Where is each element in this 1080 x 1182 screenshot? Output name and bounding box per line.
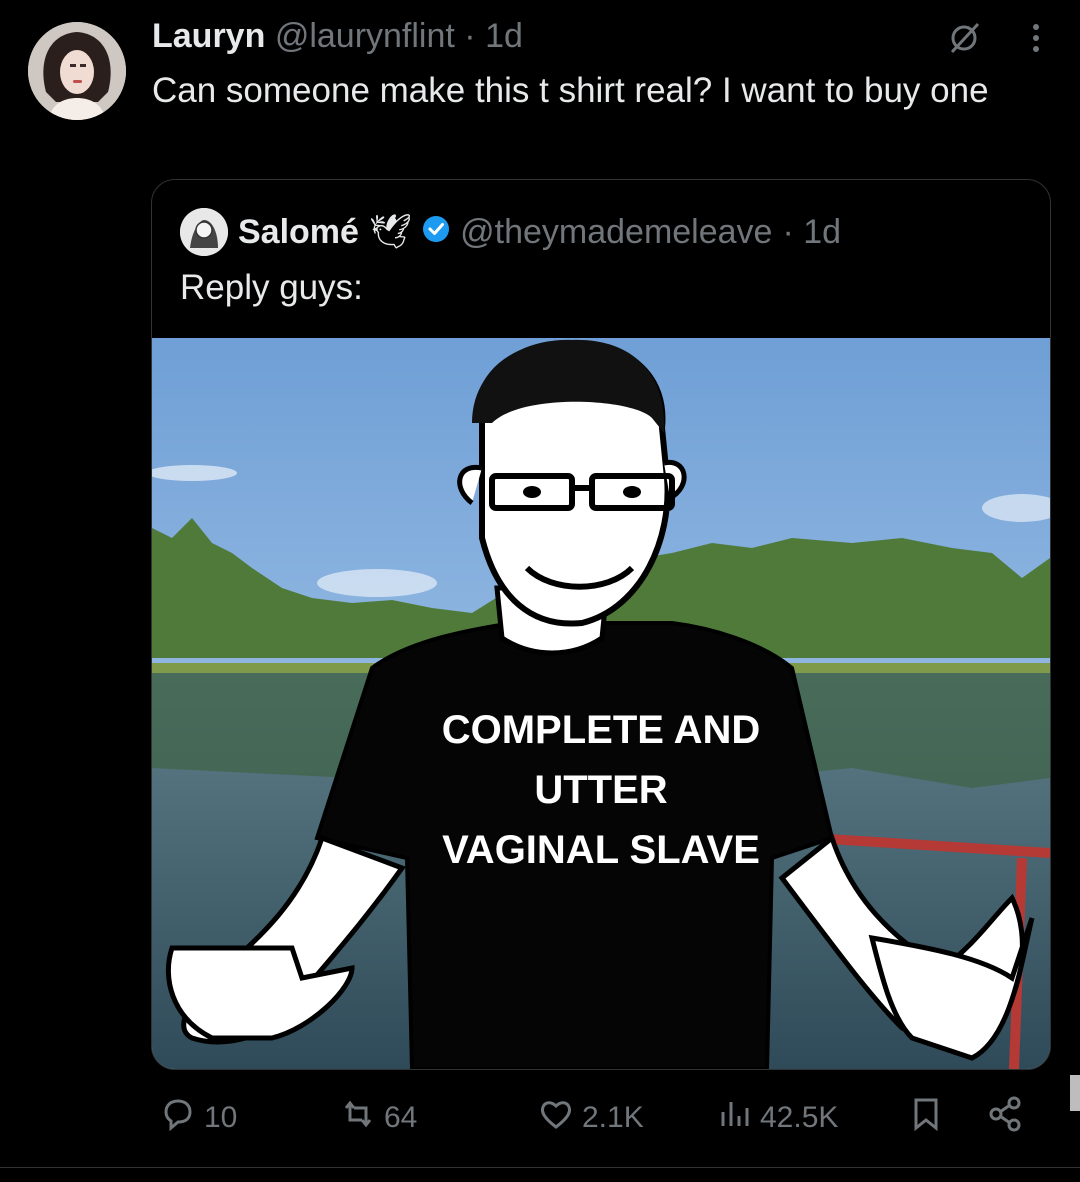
quoted-avatar[interactable] bbox=[180, 208, 228, 256]
quoted-author-name[interactable]: Salomé bbox=[238, 213, 359, 252]
share-button[interactable] bbox=[986, 1094, 1026, 1142]
grok-icon[interactable] bbox=[946, 20, 982, 61]
divider bbox=[0, 1167, 1080, 1168]
views-button[interactable]: 42.5K bbox=[714, 1094, 838, 1142]
quoted-handle[interactable]: @theymademeleave bbox=[460, 213, 772, 252]
quoted-tweet-text: Reply guys: bbox=[180, 268, 363, 307]
like-button[interactable]: 2.1K bbox=[536, 1094, 644, 1142]
repost-button[interactable]: 64 bbox=[338, 1094, 417, 1142]
quoted-tweet[interactable]: Salomé 🕊 @theymademeleave · 1d Reply guy… bbox=[151, 179, 1051, 1070]
like-count: 2.1K bbox=[582, 1101, 644, 1134]
tweet-time[interactable]: · 1d bbox=[464, 17, 523, 55]
tweet-header: Lauryn @laurynflint · 1d bbox=[152, 14, 523, 58]
reply-button[interactable]: 10 bbox=[158, 1094, 237, 1142]
repost-count: 64 bbox=[384, 1101, 418, 1134]
bookmark-button[interactable] bbox=[906, 1094, 946, 1142]
tweet-action-bar: 10 64 2.1K 42.5K bbox=[158, 1094, 1038, 1146]
quoted-tweet-header: Salomé 🕊 @theymademeleave · 1d bbox=[180, 208, 841, 256]
verified-badge-icon bbox=[422, 213, 450, 252]
author-name[interactable]: Lauryn bbox=[152, 17, 265, 55]
share-icon bbox=[986, 1094, 1026, 1142]
dove-emoji: 🕊 bbox=[368, 213, 413, 251]
quoted-media-image[interactable]: COMPLETE AND UTTER VAGINAL SLAVE bbox=[152, 338, 1050, 1069]
views-icon bbox=[714, 1094, 754, 1142]
bookmark-icon bbox=[906, 1094, 946, 1142]
reply-count: 10 bbox=[204, 1101, 238, 1134]
shirt-text-line-1: COMPLETE AND bbox=[442, 708, 761, 752]
author-handle[interactable]: @laurynflint bbox=[275, 17, 455, 55]
like-icon bbox=[536, 1094, 576, 1142]
more-icon[interactable] bbox=[1030, 20, 1042, 61]
scrollbar[interactable] bbox=[1070, 1075, 1080, 1111]
tweet-text: Can someone make this t shirt real? I wa… bbox=[152, 71, 989, 110]
quoted-time[interactable]: · 1d bbox=[782, 213, 841, 252]
tweet-top-icons bbox=[946, 20, 1042, 61]
avatar[interactable] bbox=[28, 22, 126, 120]
views-count: 42.5K bbox=[760, 1101, 839, 1134]
shirt-text-line-3: VAGINAL SLAVE bbox=[442, 828, 760, 872]
reply-icon bbox=[158, 1094, 198, 1142]
shirt-text-line-2: UTTER bbox=[534, 768, 667, 812]
repost-icon bbox=[338, 1094, 378, 1142]
